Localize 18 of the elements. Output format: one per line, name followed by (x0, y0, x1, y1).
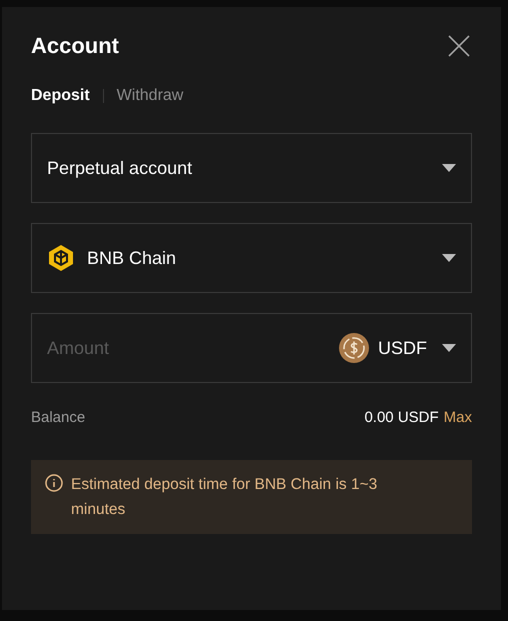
tab[interactable]: Deposit (31, 84, 90, 108)
caret-icon (442, 254, 456, 262)
balance-label: Balance (31, 408, 86, 428)
max-link[interactable]: Max (444, 407, 472, 430)
balance-value: 0.00 USDF (364, 408, 439, 428)
account-dropdown[interactable]: Perpetual account (31, 133, 472, 203)
notice-text: Estimated deposit time for BNB Chain is 1~3 minutes (71, 474, 378, 520)
info-icon (45, 474, 63, 492)
close-icon[interactable] (448, 34, 470, 56)
network-dropdown[interactable]: BNB Chain (31, 223, 472, 293)
caret-icon (442, 344, 456, 352)
tab[interactable]: Withdraw (116, 84, 184, 108)
caret-icon (442, 164, 456, 172)
cube-icon (47, 244, 75, 272)
amount-field[interactable]: Amount USDF (31, 313, 472, 383)
token-selector[interactable]: USDF (339, 333, 456, 363)
dialog-title: Account (31, 32, 119, 60)
dollar-coin-icon (339, 333, 369, 363)
